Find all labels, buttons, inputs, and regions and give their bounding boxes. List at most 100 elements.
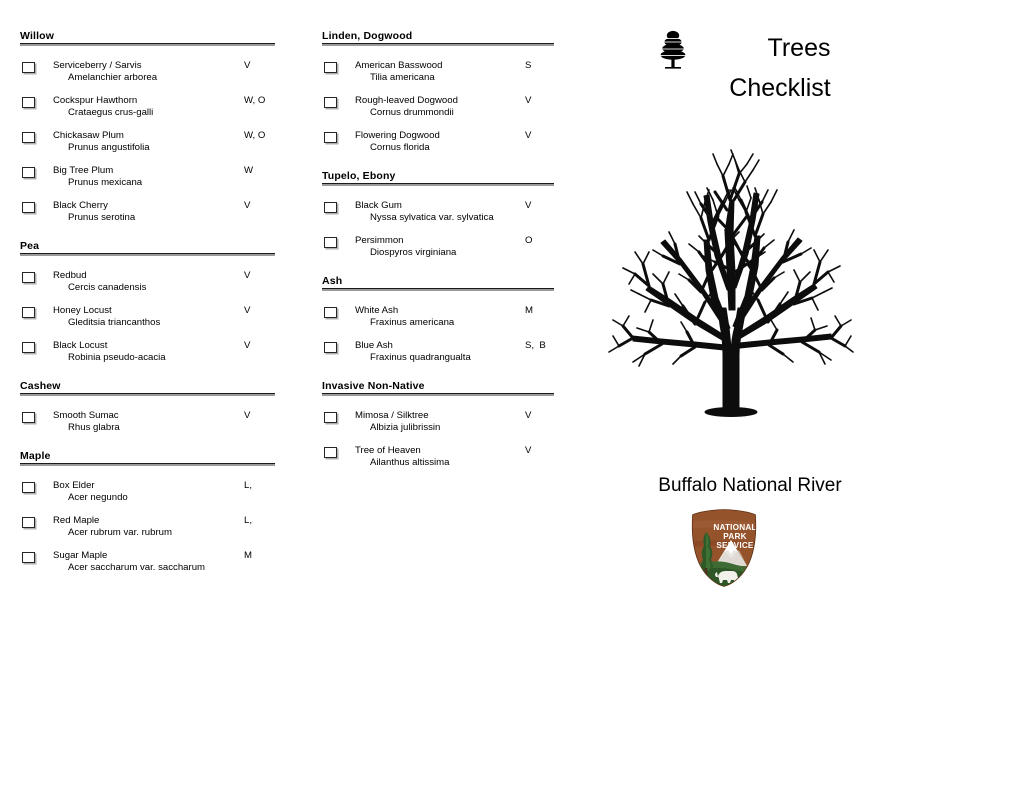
entry-habitat-code: V bbox=[244, 305, 251, 316]
entry-common-name: Redbud bbox=[53, 270, 87, 281]
nps-logo-text-service: SERVICE bbox=[716, 541, 754, 550]
entry-checkbox[interactable] bbox=[324, 202, 337, 213]
checklist-entry[interactable]: Black Gum Nyssa sylvatica var. sylvatica V bbox=[322, 200, 554, 224]
entry-checkbox[interactable] bbox=[22, 517, 35, 528]
nps-arrowhead-logo: NATIONAL PARK SERVICE bbox=[691, 509, 757, 587]
entry-common-name: Honey Locust bbox=[53, 305, 112, 316]
entry-habitat-code: W, O bbox=[244, 95, 266, 106]
entry-checkbox[interactable] bbox=[22, 482, 35, 493]
entry-common-name: Black Cherry bbox=[53, 200, 108, 211]
entry-names: Big Tree Plum Prunus mexicana bbox=[53, 165, 233, 189]
checklist-entry[interactable]: Serviceberry / Sarvis Amelanchier arborea… bbox=[20, 60, 275, 84]
checklist-entry[interactable]: Blue Ash Fraxinus quadrangualta S, B bbox=[322, 340, 554, 364]
entry-checkbox[interactable] bbox=[22, 132, 35, 143]
entry-common-name: Serviceberry / Sarvis bbox=[53, 60, 142, 71]
entry-scientific-name: Tilia americana bbox=[370, 72, 435, 83]
entry-list: American Basswood Tilia americana S Rough-l… bbox=[322, 60, 554, 154]
entry-habitat-code: V bbox=[525, 445, 532, 456]
entry-checkbox[interactable] bbox=[22, 412, 35, 423]
section-header-label: Willow bbox=[20, 30, 59, 42]
entry-names: Black Cherry Prunus serotina bbox=[53, 200, 233, 224]
checklist-entry[interactable]: Mimosa / Silktree Albizia julibrissin V bbox=[322, 410, 554, 434]
checklist-entry[interactable]: Chickasaw Plum Prunus angustifolia W, O bbox=[20, 130, 275, 154]
entry-checkbox[interactable] bbox=[324, 412, 337, 423]
entry-checkbox[interactable] bbox=[22, 97, 35, 108]
entry-habitat-code: S, B bbox=[525, 340, 546, 351]
checklist-column-1: Willow Serviceberry / Sarvis Amelanchier a… bbox=[20, 30, 275, 574]
checklist-column-2: Linden, Dogwood American Basswood Tilia am… bbox=[322, 30, 554, 469]
entry-names: Rough-leaved Dogwood Cornus drummondii bbox=[355, 95, 512, 119]
section-divider-rule bbox=[20, 43, 275, 46]
entry-habitat-code: S bbox=[525, 60, 532, 71]
checklist-entry[interactable]: Rough-leaved Dogwood Cornus drummondii V bbox=[322, 95, 554, 119]
entry-names: Sugar Maple Acer saccharum var. saccharum bbox=[53, 550, 233, 574]
section-header: Maple bbox=[20, 450, 275, 466]
entry-common-name: American Basswood bbox=[355, 60, 443, 71]
checklist-entry[interactable]: Sugar Maple Acer saccharum var. saccharum… bbox=[20, 550, 275, 574]
checklist-entry[interactable]: Persimmon Diospyros virginiana O bbox=[322, 235, 554, 259]
checklist-entry[interactable]: Tree of Heaven Ailanthus altissima V bbox=[322, 445, 554, 469]
entry-scientific-name: Cornus florida bbox=[370, 142, 430, 153]
nps-logo-text-park: PARK bbox=[723, 532, 746, 541]
entry-habitat-code: L, bbox=[244, 515, 253, 526]
section-willow: Willow Serviceberry / Sarvis Amelanchier a… bbox=[20, 30, 275, 224]
checklist-entry[interactable]: Black Cherry Prunus serotina V bbox=[20, 200, 275, 224]
entry-scientific-name: Cornus drummondii bbox=[370, 107, 454, 118]
checklist-entry[interactable]: Flowering Dogwood Cornus florida V bbox=[322, 130, 554, 154]
entry-checkbox[interactable] bbox=[22, 202, 35, 213]
entry-common-name: Smooth Sumac bbox=[53, 410, 119, 421]
section-header: Pea bbox=[20, 240, 275, 256]
entry-checkbox[interactable] bbox=[22, 307, 35, 318]
checklist-entry[interactable]: Honey Locust Gleditsia triancanthos V bbox=[20, 305, 275, 329]
entry-scientific-name: Prunus serotina bbox=[68, 212, 136, 223]
entry-checkbox[interactable] bbox=[22, 342, 35, 353]
entry-scientific-name: Cercis canadensis bbox=[68, 282, 147, 293]
entry-checkbox[interactable] bbox=[324, 237, 337, 248]
section-linden-dogwood: Linden, Dogwood American Basswood Tilia am… bbox=[322, 30, 554, 154]
entry-checkbox[interactable] bbox=[324, 62, 337, 73]
entry-habitat-code: V bbox=[525, 410, 532, 421]
entry-names: American Basswood Tilia americana bbox=[355, 60, 512, 84]
entry-habitat-code: M bbox=[244, 550, 252, 561]
section-ash: Ash White Ash Fraxinus americana M Blue Ash F… bbox=[322, 275, 554, 364]
entry-checkbox[interactable] bbox=[22, 167, 35, 178]
entry-scientific-name: Acer saccharum var. saccharum bbox=[68, 562, 206, 573]
entry-common-name: Red Maple bbox=[53, 515, 100, 526]
checklist-entry[interactable]: Big Tree Plum Prunus mexicana W bbox=[20, 165, 275, 189]
entry-checkbox[interactable] bbox=[22, 272, 35, 283]
section-divider-rule bbox=[20, 393, 275, 396]
checklist-entry[interactable]: Box Elder Acer negundo L, bbox=[20, 480, 275, 504]
entry-scientific-name: Prunus mexicana bbox=[68, 177, 143, 188]
entry-checkbox[interactable] bbox=[324, 132, 337, 143]
checklist-entry[interactable]: White Ash Fraxinus americana M bbox=[322, 305, 554, 329]
entry-list: Redbud Cercis canadensis V Honey Locust Gled… bbox=[20, 270, 275, 364]
checklist-entry[interactable]: American Basswood Tilia americana S bbox=[322, 60, 554, 84]
entry-scientific-name: Rhus glabra bbox=[68, 422, 120, 433]
entry-habitat-code: V bbox=[244, 410, 251, 421]
entry-names: Persimmon Diospyros virginiana bbox=[355, 235, 512, 259]
checklist-entry[interactable]: Smooth Sumac Rhus glabra V bbox=[20, 410, 275, 434]
section-header: Ash bbox=[322, 275, 554, 291]
entry-list: Box Elder Acer negundo L, Red Maple Acer rub… bbox=[20, 480, 275, 574]
checklist-entry[interactable]: Redbud Cercis canadensis V bbox=[20, 270, 275, 294]
section-header: Invasive Non-Native bbox=[322, 380, 554, 396]
checklist-entry[interactable]: Black Locust Robinia pseudo-acacia V bbox=[20, 340, 275, 364]
entry-checkbox[interactable] bbox=[22, 62, 35, 73]
entry-names: Mimosa / Silktree Albizia julibrissin bbox=[355, 410, 512, 434]
entry-scientific-name: Robinia pseudo-acacia bbox=[68, 352, 166, 363]
section-header-label: Maple bbox=[20, 450, 55, 462]
entry-checkbox[interactable] bbox=[324, 447, 337, 458]
entry-list: Serviceberry / Sarvis Amelanchier arborea… bbox=[20, 60, 275, 224]
entry-habitat-code: V bbox=[244, 340, 251, 351]
title-panel: Trees Checklist Buffalo National River N… bbox=[600, 0, 1020, 788]
checklist-entry[interactable]: Cockspur Hawthorn Crataegus crus-galli W, … bbox=[20, 95, 275, 119]
section-divider-rule bbox=[20, 463, 275, 466]
section-header-label: Cashew bbox=[20, 380, 65, 392]
entry-checkbox[interactable] bbox=[324, 342, 337, 353]
entry-checkbox[interactable] bbox=[324, 307, 337, 318]
checklist-entry[interactable]: Red Maple Acer rubrum var. rubrum L, bbox=[20, 515, 275, 539]
entry-checkbox[interactable] bbox=[324, 97, 337, 108]
entry-checkbox[interactable] bbox=[22, 552, 35, 563]
entry-habitat-code: V bbox=[244, 200, 251, 211]
entry-common-name: Chickasaw Plum bbox=[53, 130, 124, 141]
